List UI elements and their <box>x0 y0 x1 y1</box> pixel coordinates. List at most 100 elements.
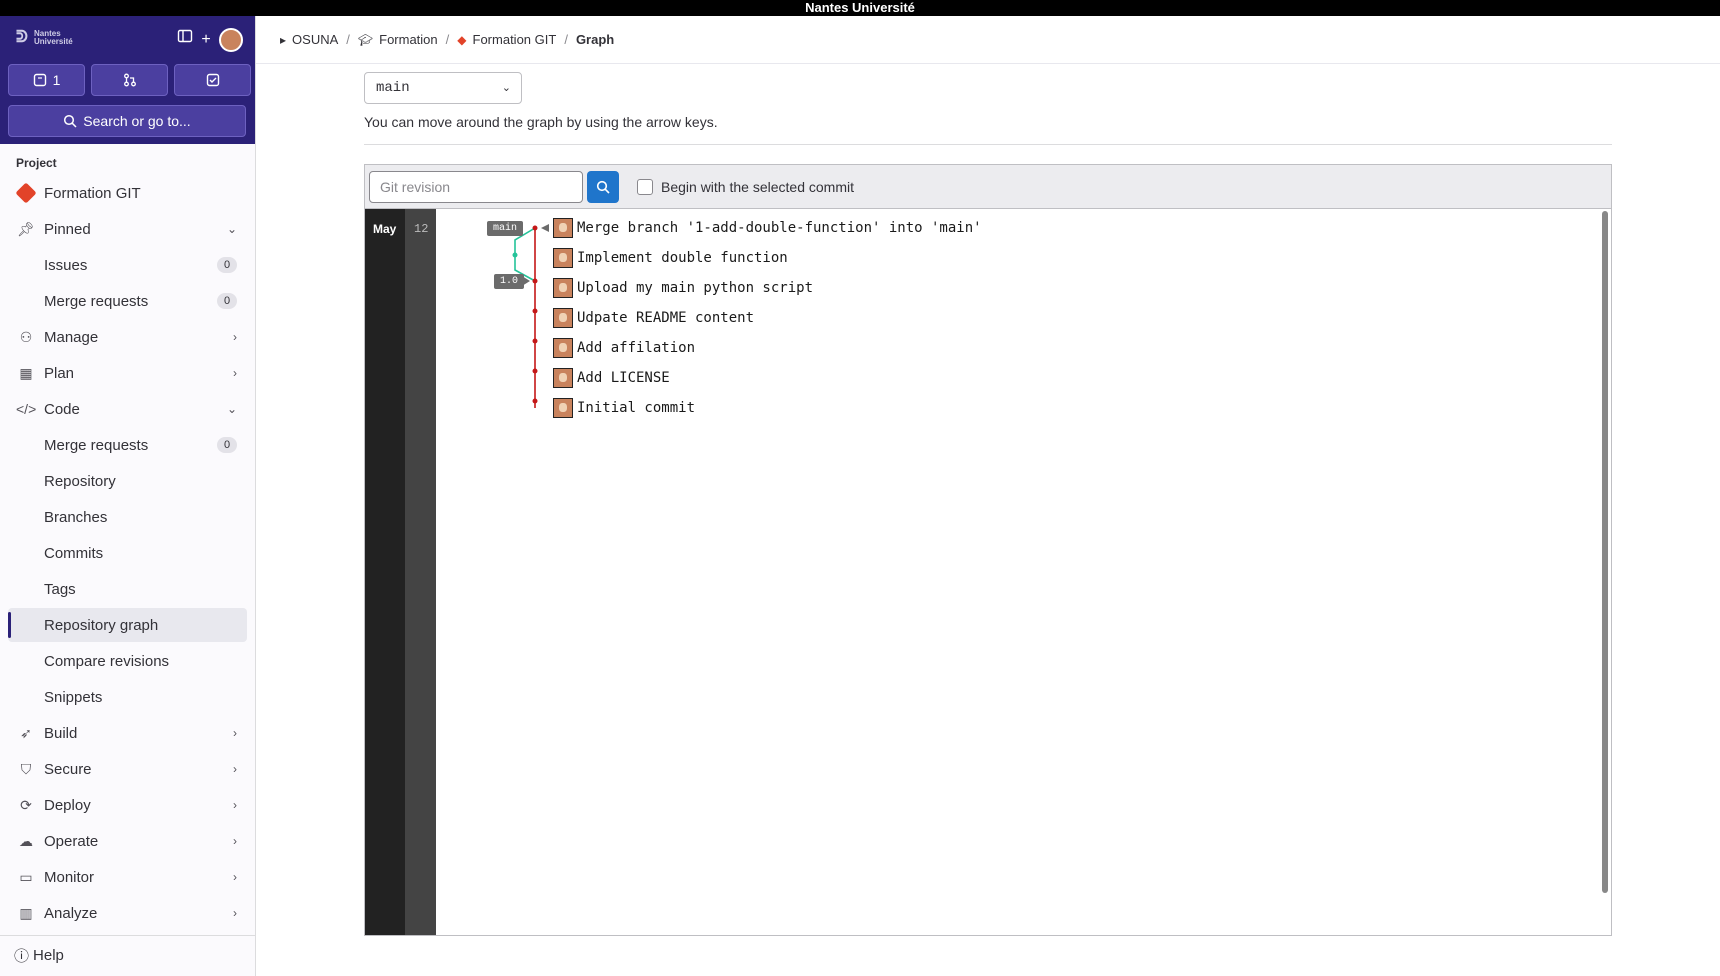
author-avatar <box>553 248 573 268</box>
git-revision-input[interactable]: Git revision <box>369 170 583 203</box>
sidebar-item-label: Formation GIT <box>44 184 141 202</box>
commit-graph-lines <box>512 223 549 408</box>
sidebar-item-merge-requests[interactable]: Merge requests 0 <box>8 428 247 462</box>
begin-with-selected-label: Begin with the selected commit <box>661 178 854 195</box>
sidebar-item-label: Snippets <box>44 688 103 706</box>
gitlab-project-icon <box>15 182 37 204</box>
breadcrumb-item-subgroup[interactable]: 🎓︎ Formation <box>358 32 438 47</box>
commit-node <box>532 278 538 284</box>
chevron-right-icon: › <box>233 870 237 884</box>
sidebar-nav: Project Formation GIT 📌︎ Pinned ⌄ Issues… <box>0 144 255 940</box>
merge-requests-button[interactable] <box>91 64 168 96</box>
count-badge: 0 <box>217 437 237 453</box>
sidebar-item-branches[interactable]: Branches <box>8 500 247 534</box>
breadcrumb-separator: / <box>346 32 350 47</box>
sidebar-item-label: Repository graph <box>44 616 159 634</box>
sidebar-item-merge-requests-pinned[interactable]: Merge requests 0 <box>8 284 247 318</box>
merge-request-icon <box>123 73 136 87</box>
sidebar-item-tags[interactable]: Tags <box>8 572 247 606</box>
sidebar-item-monitor[interactable]: ▭ Monitor › <box>8 860 247 894</box>
group-avatar-icon: ▸ <box>280 32 287 47</box>
sidebar-item-snippets[interactable]: Snippets <box>8 680 247 714</box>
sidebar-item-compare-revisions[interactable]: Compare revisions <box>8 644 247 678</box>
sidebar-item-commits[interactable]: Commits <box>8 536 247 570</box>
sidebar-item-repository-graph[interactable]: Repository graph <box>8 608 247 642</box>
ref-selector-dropdown[interactable]: main ⌄ <box>364 72 522 104</box>
breadcrumb: ▸ OSUNA / 🎓︎ Formation / ◆ Formation GIT / … <box>256 16 1720 64</box>
org-logo[interactable]: ᕲ Nantes Université <box>14 28 84 48</box>
search-button[interactable]: Search or go to... <box>8 105 246 137</box>
deploy-icon: ⟳ <box>20 796 32 813</box>
sidebar-item-label: Merge requests <box>44 436 149 454</box>
chevron-right-icon: › <box>233 906 237 920</box>
divider <box>364 144 1612 145</box>
user-avatar[interactable] <box>219 28 243 52</box>
commit-row[interactable]: Merge branch '1-add-double-function' int… <box>553 217 982 239</box>
begin-with-selected-checkbox[interactable] <box>637 178 653 195</box>
window-title-bar: Nantes Université <box>0 0 1720 16</box>
tag-label-version[interactable]: 1.0 <box>494 274 525 289</box>
commit-row[interactable]: Udpate README content <box>553 307 754 329</box>
chevron-down-icon: ⌄ <box>501 82 511 94</box>
repository-graph-panel: Git revision Begin with the selected com… <box>364 164 1612 936</box>
issues-count: 1 <box>52 72 61 88</box>
help-button[interactable]: ⓘ Help <box>14 945 64 966</box>
graph-toolbar: Git revision Begin with the selected com… <box>365 165 1611 209</box>
sidebar-item-pinned[interactable]: 📌︎ Pinned ⌄ <box>8 212 247 246</box>
author-avatar <box>553 308 573 328</box>
sidebar-item-label: Plan <box>44 364 75 382</box>
graduation-cap-icon: 🎓︎ <box>357 32 374 47</box>
pin-icon: 📌︎ <box>17 220 35 237</box>
commit-row[interactable]: Upload my main python script <box>553 277 813 299</box>
sidebar-item-label: Issues <box>44 256 88 274</box>
sidebar-item-repository[interactable]: Repository <box>8 464 247 498</box>
create-new-icon[interactable]: + <box>194 28 218 52</box>
breadcrumb-item-group[interactable]: ▸ OSUNA <box>280 32 338 47</box>
sidebar-item-analyze[interactable]: ▥ Analyze › <box>8 896 247 930</box>
search-icon <box>596 180 610 194</box>
sidebar-item-label: Commits <box>44 544 104 562</box>
ref-selector-value: main <box>376 80 410 96</box>
sidebar-item-code[interactable]: </> Code ⌄ <box>8 392 247 426</box>
help-label: Help <box>33 947 64 964</box>
sidebar-item-label: Operate <box>44 832 99 850</box>
graph-navigation-hint: You can move around the graph by using t… <box>364 114 718 130</box>
graph-scrollbar[interactable] <box>1602 211 1608 893</box>
assigned-issues-button[interactable]: 1 <box>8 64 85 96</box>
sidebar-item-operate[interactable]: ☁ Operate › <box>8 824 247 858</box>
commit-row[interactable]: Add affilation <box>553 337 695 359</box>
sidebar-item-secure[interactable]: ⛉ Secure › <box>8 752 247 786</box>
commit-node <box>532 225 538 231</box>
sidebar-item-plan[interactable]: ▦ Plan › <box>8 356 247 390</box>
sidebar-item-issues[interactable]: Issues 0 <box>8 248 247 282</box>
breadcrumb-item-project[interactable]: ◆ Formation GIT <box>457 32 556 47</box>
commit-node <box>532 308 538 314</box>
count-badge: 0 <box>217 257 237 273</box>
monitor-icon: ▭ <box>19 868 33 885</box>
sidebar-item-manage[interactable]: ⚇ Manage › <box>8 320 247 354</box>
sidebar-item-build[interactable]: ➶ Build › <box>8 716 247 750</box>
commit-message: Add LICENSE <box>577 370 670 386</box>
commit-row[interactable]: Add LICENSE <box>553 367 670 389</box>
help-icon: ⓘ <box>14 948 30 965</box>
sidebar-item-project[interactable]: Formation GIT <box>8 176 247 210</box>
count-badge: 0 <box>217 293 237 309</box>
author-avatar <box>553 368 573 388</box>
commit-row[interactable]: Implement double function <box>553 247 788 269</box>
author-avatar <box>553 398 573 418</box>
branch-label-main[interactable]: main <box>487 221 524 236</box>
calendar-icon: ▦ <box>19 364 33 381</box>
commit-node <box>532 368 538 374</box>
breadcrumb-item-current[interactable]: Graph <box>576 32 614 47</box>
revision-search-button[interactable] <box>587 170 619 203</box>
sidebar-item-label: Secure <box>44 760 92 778</box>
todo-list-button[interactable] <box>174 64 251 96</box>
sidebar-item-label: Analyze <box>44 904 98 922</box>
commit-row[interactable]: Initial commit <box>553 397 695 419</box>
sidebar-item-deploy[interactable]: ⟳ Deploy › <box>8 788 247 822</box>
commit-message: Initial commit <box>577 400 696 416</box>
commit-message: Implement double function <box>577 250 788 266</box>
chevron-right-icon: › <box>233 726 237 740</box>
graph-canvas[interactable]: May 12 main 1.0 Merge branch '1-add-doub… <box>365 209 1611 935</box>
sidebar: ᕲ Nantes Université + 1 Search or go to.… <box>0 16 256 976</box>
